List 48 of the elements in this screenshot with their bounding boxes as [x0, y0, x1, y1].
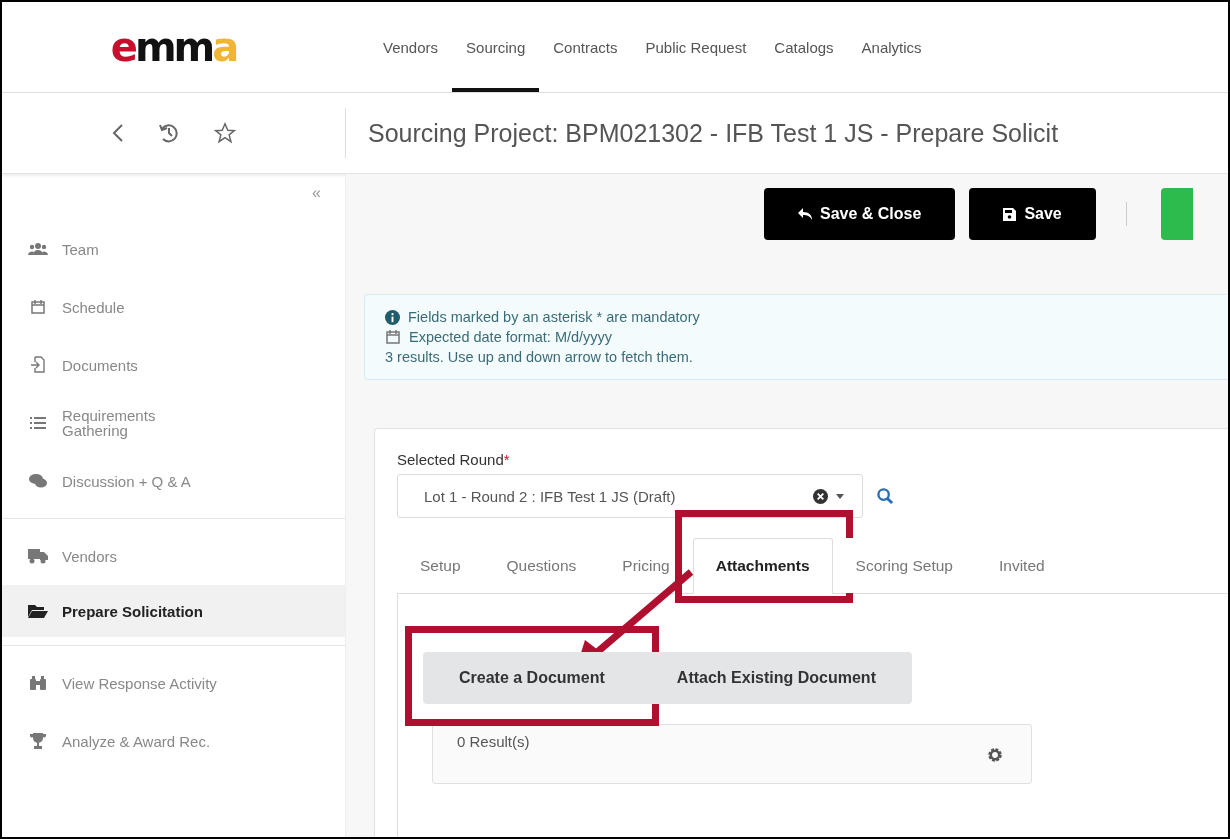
list-icon: [30, 416, 46, 430]
nav-tab[interactable]: Contracts: [539, 2, 632, 92]
nav-tab[interactable]: Analytics: [847, 2, 936, 92]
sidebar-item[interactable]: Documents: [2, 336, 345, 394]
history-icon[interactable]: [157, 122, 180, 144]
save-icon: [1003, 207, 1017, 221]
back-icon[interactable]: [111, 123, 124, 143]
trophy-icon: [29, 732, 47, 750]
settings-icon[interactable]: [987, 747, 1003, 763]
logo[interactable]: emma: [110, 27, 237, 67]
clear-icon[interactable]: [813, 488, 828, 504]
document-button[interactable]: Create a Document: [423, 652, 641, 704]
nav-tab[interactable]: Public Request: [631, 2, 761, 92]
results-count: 0 Result(s): [457, 733, 530, 752]
info-text: 3 results. Use up and down arrow to fetch them.: [385, 349, 693, 365]
nav-tab[interactable]: Catalogs: [760, 2, 848, 92]
nav-tab[interactable]: Vendors: [369, 2, 453, 92]
sidebar-item[interactable]: Team: [2, 220, 345, 278]
sidebar-item[interactable]: Schedule: [2, 278, 345, 336]
calendar-icon: [385, 329, 401, 345]
sidebar-item[interactable]: Vendors: [2, 527, 345, 585]
reply-icon: [798, 208, 812, 220]
page-title: Sourcing Project: BPM021302 - IFB Test 1 JS - Prepare Solicit: [367, 118, 1059, 148]
document-button[interactable]: Attach Existing Document: [640, 652, 912, 704]
save-button[interactable]: Save & Close: [764, 188, 956, 240]
truck-icon: [28, 548, 48, 564]
info-text: Fields marked by an asterisk * are mandatory: [408, 309, 700, 325]
caret-icon[interactable]: [836, 493, 844, 499]
calendar-icon: [30, 299, 46, 315]
sidebar-item[interactable]: Discussion + Q & A: [2, 452, 345, 510]
info-text: Expected date format: M/d/yyyy: [409, 329, 613, 345]
sidebar-item[interactable]: Requirements Gathering: [2, 394, 345, 452]
field-label: Selected Round*: [397, 451, 511, 468]
folder-icon: [28, 603, 48, 619]
round-select[interactable]: Lot 1 - Round 2 : IFB Test 1 JS (Draft): [397, 474, 863, 518]
chat-icon: [29, 473, 47, 489]
tab[interactable]: Attachments: [692, 538, 833, 594]
binoculars-icon: [29, 675, 47, 691]
save-button[interactable]: Save: [969, 188, 1096, 240]
document-icon: [30, 356, 46, 374]
sidebar-item[interactable]: Prepare Solicitation: [2, 585, 345, 637]
sidebar-item[interactable]: View Response Activity: [2, 654, 345, 712]
people-icon: [28, 241, 48, 257]
sidebar-item[interactable]: Analyze & Award Rec.: [2, 712, 345, 770]
star-icon[interactable]: [213, 122, 236, 144]
info-icon: [385, 309, 400, 325]
nav-tab[interactable]: Sourcing: [452, 2, 540, 92]
search-icon[interactable]: [877, 487, 894, 505]
